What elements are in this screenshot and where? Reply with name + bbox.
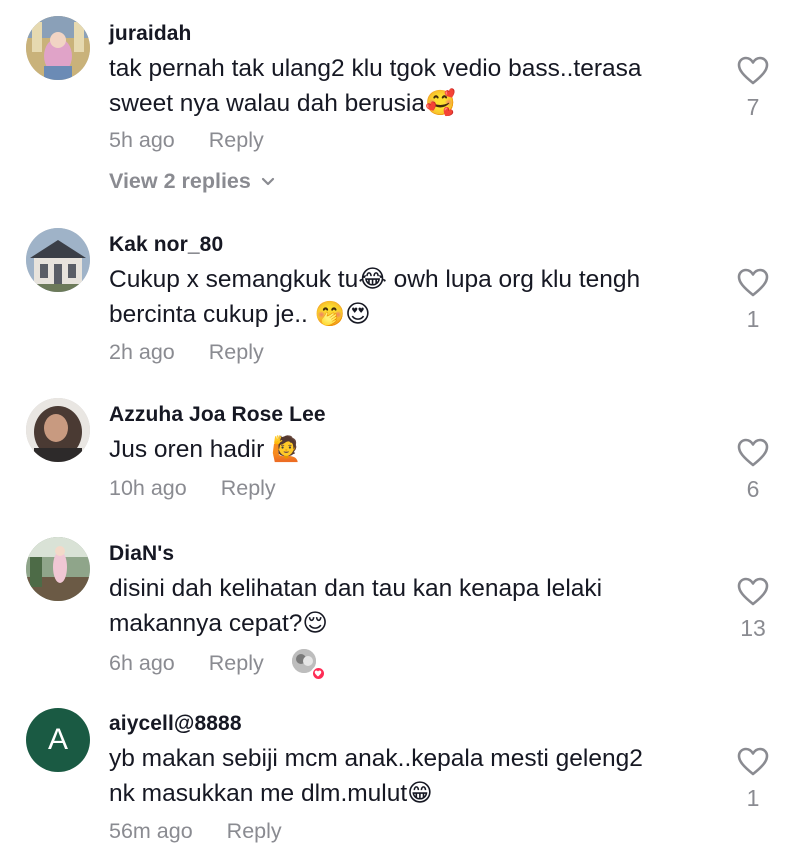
comment-username[interactable]: Kak nor_80: [109, 233, 223, 257]
comment-time: 2h ago: [109, 340, 175, 364]
comment-meta: 6h ago Reply: [109, 649, 326, 681]
like-group: 6: [722, 438, 784, 503]
like-count: 1: [746, 785, 760, 811]
comment-meta: 10h ago Reply: [109, 476, 276, 501]
like-group: 1: [722, 268, 784, 333]
comment-text: yb makan sebiji mcm anak..kepala mesti g…: [109, 745, 643, 807]
heart-outline-icon[interactable]: [737, 268, 769, 298]
comment-text: disini dah kelihatan dan tau kan kenapa …: [109, 575, 603, 637]
creator-liked-indicator: [291, 649, 326, 681]
comment-text: Cukup x semangkuk tu😂 owh lupa org klu t…: [109, 266, 641, 328]
reply-button[interactable]: Reply: [221, 476, 276, 501]
avatar[interactable]: [26, 16, 90, 80]
comment-meta: 5h ago Reply: [109, 128, 264, 153]
comment-meta: 56m ago Reply: [109, 819, 282, 844]
heart-outline-icon[interactable]: [737, 438, 769, 468]
avatar-image: [26, 398, 90, 462]
like-count: 7: [746, 94, 760, 120]
heart-outline-icon[interactable]: [737, 747, 769, 777]
reply-button[interactable]: Reply: [209, 340, 264, 365]
avatar-image: [26, 228, 90, 292]
heart-outline-icon[interactable]: [737, 56, 769, 86]
like-count: 6: [746, 476, 760, 502]
reply-button[interactable]: Reply: [209, 651, 264, 676]
comment-username[interactable]: DiaN's: [109, 542, 174, 566]
comment-username[interactable]: Azzuha Joa Rose Lee: [109, 403, 326, 427]
avatar-image: [26, 537, 90, 601]
heart-outline-icon[interactable]: [737, 577, 769, 607]
like-group: 13: [722, 577, 784, 642]
view-replies-button[interactable]: View 2 replies: [109, 169, 275, 194]
comment-username[interactable]: aiycell@8888: [109, 712, 242, 736]
avatar[interactable]: A: [26, 708, 90, 772]
avatar-image: [26, 16, 90, 80]
comment-meta: 2h ago Reply: [109, 340, 264, 365]
chevron-down-icon: [261, 177, 274, 185]
like-count: 1: [746, 306, 760, 332]
comment-time: 6h ago: [109, 650, 175, 675]
heart-badge-icon: [310, 666, 326, 681]
comment-username[interactable]: juraidah: [109, 22, 191, 46]
comment-text: Jus oren hadir 🙋: [109, 436, 302, 463]
avatar[interactable]: [26, 228, 90, 292]
view-replies-label: View 2 replies: [109, 169, 251, 193]
avatar-letter: A: [47, 723, 68, 756]
comment-time: 5h ago: [109, 128, 175, 152]
reply-button[interactable]: Reply: [227, 819, 282, 844]
avatar[interactable]: [26, 398, 90, 462]
avatar[interactable]: [26, 537, 90, 601]
comment-time: 10h ago: [109, 476, 187, 500]
comment-time: 56m ago: [109, 819, 193, 843]
comment-text: tak pernah tak ulang2 klu tgok vedio bas…: [109, 55, 642, 117]
like-group: 7: [722, 56, 784, 121]
like-count: 13: [740, 615, 766, 641]
like-group: 1: [722, 747, 784, 812]
reply-button[interactable]: Reply: [209, 128, 264, 153]
